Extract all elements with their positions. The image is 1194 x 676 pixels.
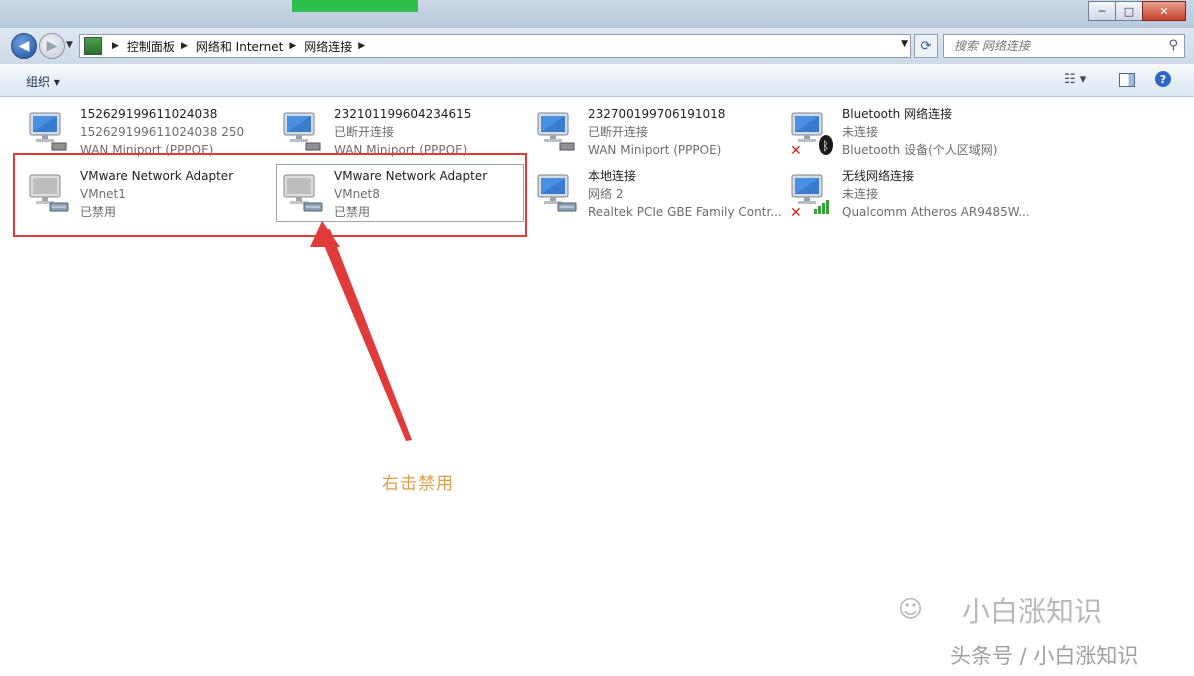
change-view-icon[interactable]: ☷ ▾ [1064,72,1086,87]
search-input[interactable] [952,38,1166,54]
refresh-button[interactable]: ⟳ [914,34,938,58]
title-tab-highlight [292,0,418,12]
arrow-right-icon: ▶ [46,38,58,54]
control-panel-icon [84,37,102,55]
annotation-label: 右击禁用 [382,474,454,494]
chevron-right-icon[interactable]: ▶ [289,41,296,51]
connections-list: 152629199611024038 152629199611024038 25… [0,97,1194,676]
command-bar: 组织 ▾ ☷ ▾ ? [0,64,1194,97]
forward-button[interactable]: ▶ [39,33,65,59]
window-controls: ─ □ ✕ [1088,1,1186,21]
title-bar: ─ □ ✕ [0,0,1194,28]
watermark-source: 头条号 / 小白涨知识 [950,644,1139,668]
search-box[interactable]: ⚲ [943,34,1185,58]
chevron-right-icon[interactable]: ▶ [181,41,188,51]
annotation-arrow-shaft [318,229,412,441]
address-bar[interactable]: ▶ 控制面板 ▶ 网络和 Internet ▶ 网络连接 ▶ ▼ [79,34,911,58]
breadcrumb-network-internet[interactable]: 网络和 Internet [196,38,283,55]
annotation-arrow-head [310,221,340,247]
breadcrumb-network-connections[interactable]: 网络连接 [304,38,352,55]
arrow-left-icon: ◀ [18,38,30,54]
close-button[interactable]: ✕ [1142,1,1186,21]
preview-pane-icon[interactable] [1119,73,1135,87]
chevron-right-icon[interactable]: ▶ [358,41,365,51]
back-button[interactable]: ◀ [11,33,37,59]
minimize-button[interactable]: ─ [1088,1,1116,21]
search-icon[interactable]: ⚲ [1168,38,1178,53]
breadcrumb-control-panel[interactable]: 控制面板 [127,38,175,55]
address-dropdown-icon[interactable]: ▼ [901,39,908,49]
organize-menu[interactable]: 组织 ▾ [26,73,60,90]
refresh-icon: ⟳ [920,38,932,54]
wechat-icon: ☺ [898,595,924,623]
help-button[interactable]: ? [1155,71,1171,87]
navigation-bar: ◀ ▶ ▼ ▶ 控制面板 ▶ 网络和 Internet ▶ 网络连接 ▶ ▼ ⟳… [0,28,1194,64]
maximize-button[interactable]: □ [1115,1,1143,21]
history-dropdown-icon[interactable]: ▼ [66,40,73,50]
chevron-right-icon[interactable]: ▶ [112,41,119,51]
watermark-brand: 小白涨知识 [962,595,1103,628]
